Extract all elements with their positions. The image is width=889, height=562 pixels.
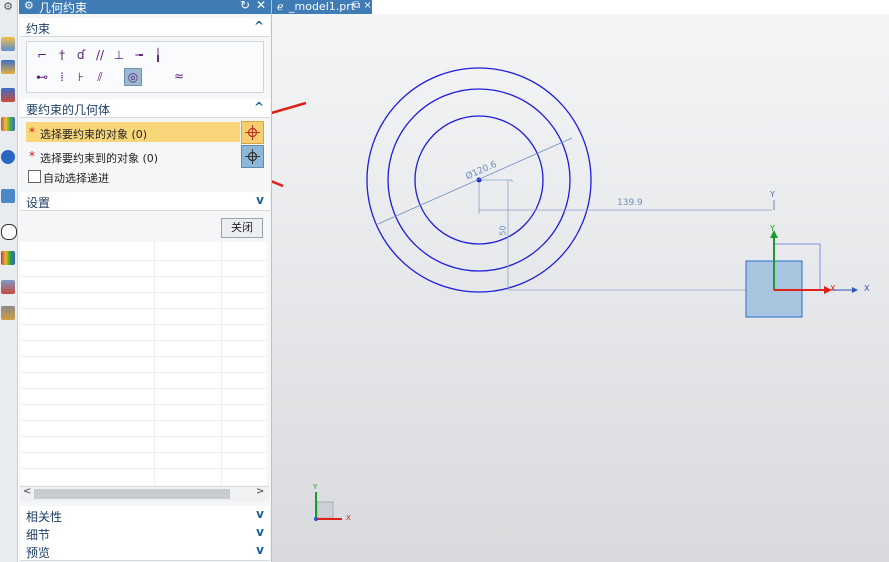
annotation-arrows xyxy=(272,101,307,188)
section-relevance-label: 相关性 xyxy=(26,510,63,524)
coincident-icon[interactable]: ⌐ xyxy=(34,47,50,63)
vertical-dimension[interactable]: 50 xyxy=(499,225,508,235)
web-browser-icon[interactable] xyxy=(1,150,15,164)
section-preview-label: 预览 xyxy=(26,546,51,560)
scroll-left-icon[interactable]: < xyxy=(23,486,31,497)
scroll-right-icon[interactable]: > xyxy=(256,486,264,497)
section-details-label: 细节 xyxy=(26,528,51,542)
tab-close-icon[interactable]: ⧉ × xyxy=(353,0,372,11)
crosshair-icon xyxy=(245,149,260,164)
select-object-row[interactable]: * 选择要约束的对象 (0) xyxy=(26,122,240,142)
equal-radius-icon[interactable]: ≈ xyxy=(171,68,187,84)
collinear-icon[interactable]: ⫽ xyxy=(92,69,108,85)
roles-icon[interactable] xyxy=(1,280,15,294)
constraint-navigator-icon[interactable] xyxy=(1,60,15,74)
palette-icon[interactable] xyxy=(1,251,15,265)
datum-x-label: X xyxy=(864,284,870,293)
section-constraints-label: 约束 xyxy=(26,22,51,36)
section-settings-label: 设置 xyxy=(26,196,51,210)
tab-model1[interactable]: ℯ _model1.prt ⧉ × xyxy=(272,0,372,14)
close-icon[interactable]: ✕ xyxy=(256,0,266,12)
reuse-library-icon[interactable] xyxy=(1,117,15,131)
reset-icon[interactable]: ↻ xyxy=(240,0,250,12)
triad-x-label: X xyxy=(346,514,351,522)
system-scene-icon[interactable] xyxy=(1,306,15,320)
clock-icon[interactable] xyxy=(1,224,17,240)
history-icon[interactable] xyxy=(1,189,15,203)
horizontal-scrollbar[interactable]: < > xyxy=(20,486,269,501)
settings-icon[interactable]: ⚙ xyxy=(1,0,15,14)
dialog-title: 几何约束 xyxy=(39,1,88,15)
info-grid xyxy=(20,242,267,485)
dialog-gear-icon[interactable]: ⚙ xyxy=(24,0,34,12)
tab-label: _model1.prt xyxy=(289,0,356,13)
select-object-label: 选择要约束的对象 (0) xyxy=(40,128,148,141)
vertical-align-icon[interactable]: ⁞ xyxy=(54,69,70,85)
scroll-thumb[interactable] xyxy=(34,489,230,499)
horizontal-align-icon[interactable]: ⊷ xyxy=(34,69,50,85)
auto-advance-label: 自动选择递进 xyxy=(43,172,109,185)
section-preview[interactable]: 预览 v xyxy=(20,542,270,561)
select-target-row[interactable]: * 选择要约束到的对象 (0) xyxy=(26,146,240,166)
required-marker: * xyxy=(29,125,35,139)
section-settings[interactable]: 设置 v xyxy=(20,192,270,211)
crosshair-icon xyxy=(245,125,260,140)
chevron-up-icon[interactable]: ^ xyxy=(254,100,264,114)
vertical-icon[interactable]: ╽ xyxy=(150,47,166,63)
required-marker: * xyxy=(29,149,35,163)
datum-y-label: Y xyxy=(770,224,775,233)
geometric-constraints-dialog: ⚙ 几何约束 ↻ ✕ 约束 ^ ⌐ † ɗ // ⊥ ╼ ╽ ⊷ ⁞ ⊦ ⫽ ◎… xyxy=(19,0,272,562)
horizontal-icon[interactable]: ╼ xyxy=(131,47,147,63)
auto-advance-checkbox[interactable] xyxy=(28,170,41,183)
graphics-viewport[interactable]: Ø120.6 139.9 50 Y Y X X Y X xyxy=(272,14,889,562)
parallel-icon[interactable]: // xyxy=(92,47,108,63)
document-tab-bar: ℯ _model1.prt ⧉ × xyxy=(272,0,889,14)
chevron-down-icon[interactable]: v xyxy=(256,193,264,207)
chevron-down-icon[interactable]: v xyxy=(256,543,264,557)
part-navigator-icon[interactable] xyxy=(1,88,15,102)
tangent-icon[interactable]: ɗ xyxy=(73,47,89,63)
part-file-icon: ℯ xyxy=(277,0,284,13)
section-geometry-label: 要约束的几何体 xyxy=(26,103,111,117)
resource-bar: ⚙ xyxy=(0,0,18,562)
select-target-label: 选择要约束到的对象 (0) xyxy=(40,152,159,165)
datum-y-label: Y xyxy=(770,190,775,199)
section-details[interactable]: 细节 v xyxy=(20,524,270,543)
midpoint-icon[interactable]: ⊦ xyxy=(73,69,89,85)
chevron-up-icon[interactable]: ^ xyxy=(254,19,264,33)
select-target-button[interactable] xyxy=(241,145,264,168)
close-button[interactable]: 关闭 xyxy=(221,218,263,238)
triad-y-label: Y xyxy=(313,483,318,491)
concentric-icon[interactable]: ◎ xyxy=(124,68,142,86)
chevron-down-icon[interactable]: v xyxy=(256,525,264,539)
assembly-navigator-icon[interactable] xyxy=(1,37,15,51)
perpendicular-icon[interactable]: ⊥ xyxy=(111,47,127,63)
select-object-button[interactable] xyxy=(241,121,264,144)
horizontal-dimension[interactable]: 139.9 xyxy=(617,198,643,208)
point-on-curve-icon[interactable]: † xyxy=(54,47,70,63)
section-relevance[interactable]: 相关性 v xyxy=(20,506,270,525)
chevron-down-icon[interactable]: v xyxy=(256,507,264,521)
dialog-title-bar: ⚙ 几何约束 ↻ ✕ xyxy=(19,0,271,15)
datum-x-label: X xyxy=(830,284,836,293)
section-constraints[interactable]: 约束 ^ xyxy=(20,18,270,37)
constraint-tool-box: ⌐ † ɗ // ⊥ ╼ ╽ ⊷ ⁞ ⊦ ⫽ ◎ ≈ xyxy=(26,41,264,93)
section-geometry[interactable]: 要约束的几何体 ^ xyxy=(20,99,270,118)
